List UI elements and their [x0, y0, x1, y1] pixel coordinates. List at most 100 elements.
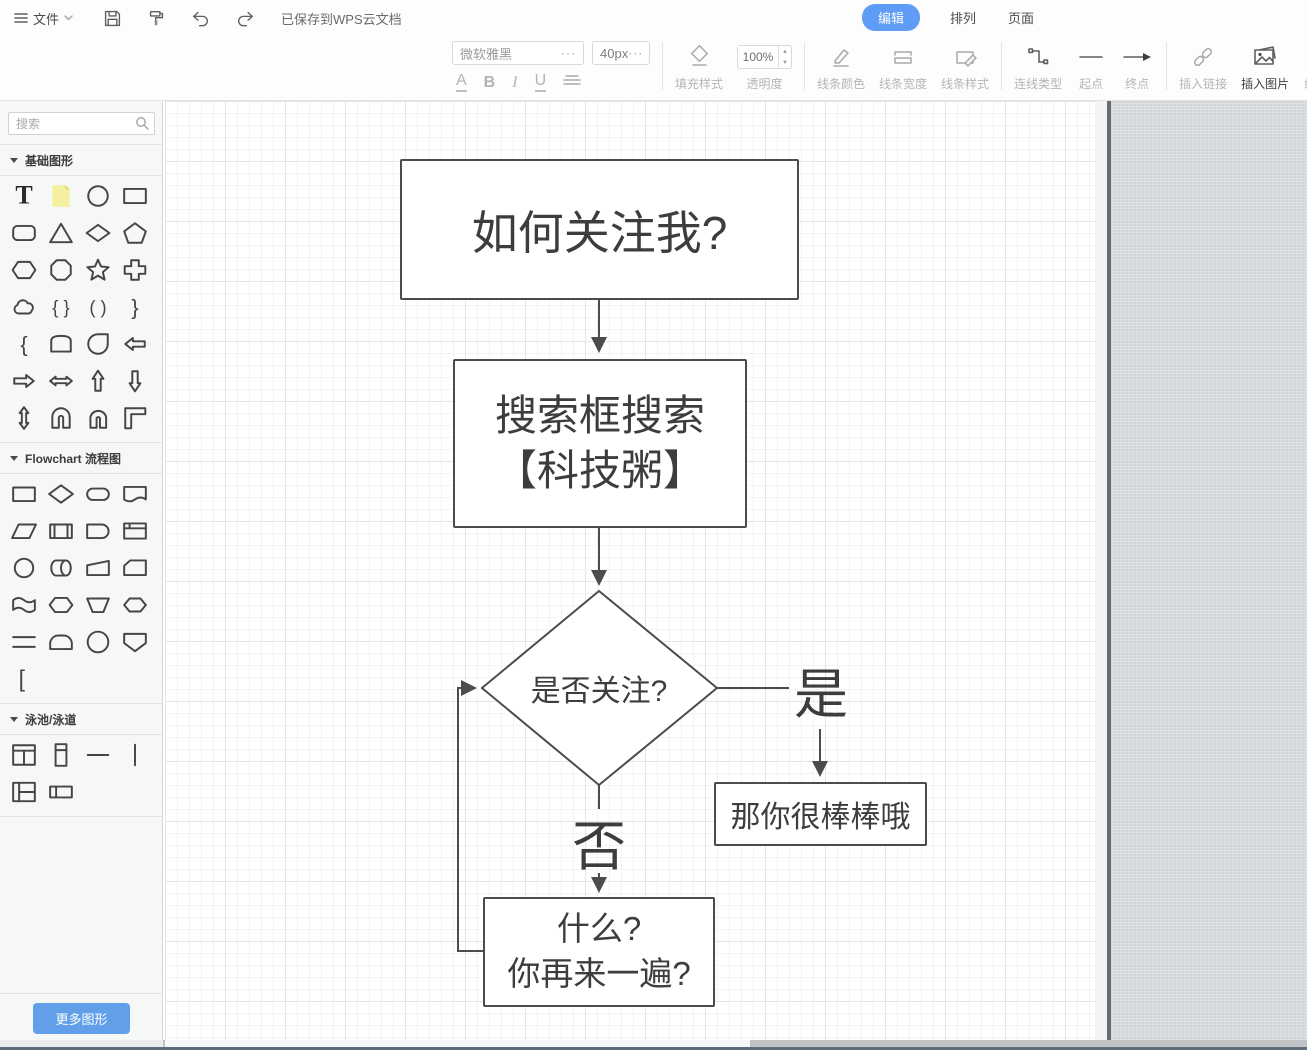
line-color-button[interactable]: 线条颜色	[817, 42, 865, 92]
opacity-up-icon[interactable]: ▲	[779, 46, 791, 57]
shape-left-bracket-icon[interactable]: [	[8, 665, 40, 693]
format-painter-button[interactable]	[148, 9, 165, 28]
align-button[interactable]	[563, 74, 581, 91]
shape-cloud-icon[interactable]	[8, 293, 40, 321]
shape-process-icon[interactable]	[8, 480, 40, 508]
redo-button[interactable]	[236, 10, 255, 27]
shape-document-icon[interactable]	[119, 480, 151, 508]
shape-direct-access-storage-icon[interactable]	[45, 554, 77, 582]
section-header-1[interactable]: Flowchart 流程图	[0, 443, 162, 473]
shape-teardrop-icon[interactable]	[82, 330, 114, 358]
shape-arrow-right-icon[interactable]	[8, 367, 40, 395]
shape-braces-icon[interactable]: { }	[45, 293, 77, 321]
save-button[interactable]	[103, 9, 122, 28]
search-icon[interactable]	[135, 116, 149, 135]
shape-left-brace-icon[interactable]: {	[8, 330, 40, 358]
shape-predefined-process-icon[interactable]	[45, 517, 77, 545]
shape-diamond-icon[interactable]	[82, 219, 114, 247]
shape-arrow-double-vertical-icon[interactable]	[8, 404, 40, 432]
node-decision-label[interactable]: 是否关注?	[482, 658, 716, 718]
fill-style-button[interactable]: 填充样式	[675, 42, 723, 92]
line-width-button[interactable]: 线条宽度	[879, 42, 927, 92]
shape-terminator-icon[interactable]	[82, 480, 114, 508]
group-button[interactable]: 组合	[1303, 42, 1307, 92]
shape-corner-icon[interactable]	[119, 404, 151, 432]
section-header-2[interactable]: 泳池/泳道	[0, 704, 162, 734]
shape-arrow-down-icon[interactable]	[119, 367, 151, 395]
shape-parallel-lines-icon[interactable]	[8, 628, 40, 656]
shape-hexagon-icon[interactable]	[8, 256, 40, 284]
shape-pentagon-icon[interactable]	[119, 219, 151, 247]
shape-data-icon[interactable]	[8, 517, 40, 545]
file-menu[interactable]: 文件	[14, 9, 73, 28]
shape-text-icon[interactable]: T	[8, 182, 40, 210]
vertical-scrollbar[interactable]	[1095, 101, 1107, 1040]
drawing-canvas[interactable]: 如何关注我? 搜索框搜索 【科技粥】 是否关注? 是 那你很棒棒哦 否 什么? …	[165, 101, 1095, 1040]
font-size-select[interactable]: 40px ···	[592, 41, 650, 65]
shape-alternate-process-icon[interactable]	[45, 628, 77, 656]
shape-preparation-icon[interactable]	[45, 591, 77, 619]
shape-pool-vertical-icon[interactable]	[8, 741, 40, 769]
italic-button[interactable]: I	[512, 75, 517, 91]
edge-label-yes[interactable]: 是	[785, 655, 857, 723]
node-start[interactable]: 如何关注我?	[400, 159, 799, 300]
shape-triangle-icon[interactable]	[45, 219, 77, 247]
shape-arrow-double-horizontal-icon[interactable]	[45, 367, 77, 395]
tab-page[interactable]: 页面	[1006, 4, 1036, 31]
shape-card-icon[interactable]	[119, 554, 151, 582]
opacity-down-icon[interactable]: ▼	[779, 57, 791, 68]
shape-octagon-icon[interactable]	[45, 256, 77, 284]
shape-parentheses-icon[interactable]: ( )	[82, 293, 114, 321]
opacity-control[interactable]: 100% ▲▼ 透明度	[737, 42, 792, 92]
more-shapes-button[interactable]: 更多图形	[33, 1003, 129, 1034]
shape-paper-tape-icon[interactable]	[8, 591, 40, 619]
shape-delay-icon[interactable]	[82, 517, 114, 545]
bold-button[interactable]: B	[484, 75, 496, 91]
shape-divider-vertical-icon[interactable]	[119, 741, 151, 769]
shape-connector-icon[interactable]	[8, 554, 40, 582]
shape-n-shape-icon[interactable]	[82, 404, 114, 432]
opacity-spinner[interactable]: 100% ▲▼	[737, 45, 792, 69]
shape-manual-operation-icon[interactable]	[82, 591, 114, 619]
shape-lane-horizontal-icon[interactable]	[45, 778, 77, 806]
shape-pool-horizontal-icon[interactable]	[8, 778, 40, 806]
line-style-button[interactable]: 线条样式	[941, 42, 989, 92]
shape-decision-icon[interactable]	[45, 480, 77, 508]
node-search[interactable]: 搜索框搜索 【科技粥】	[453, 359, 747, 528]
shape-right-brace-icon[interactable]: }	[119, 293, 151, 321]
undo-button[interactable]	[191, 10, 210, 27]
shape-sticky-note-icon[interactable]	[45, 182, 77, 210]
shape-u-turn-icon[interactable]	[45, 404, 77, 432]
end-point-button[interactable]: 终点	[1120, 42, 1154, 92]
shape-rectangle-icon[interactable]	[119, 182, 151, 210]
font-color-button[interactable]: A	[456, 73, 467, 92]
shape-arch-rectangle-icon[interactable]	[45, 330, 77, 358]
shape-divider-horizontal-icon[interactable]	[82, 741, 114, 769]
connector-type-button[interactable]: 连线类型	[1014, 42, 1062, 92]
shape-arrow-up-icon[interactable]	[82, 367, 114, 395]
tab-arrange[interactable]: 排列	[948, 4, 978, 31]
section-header-0[interactable]: 基础图形	[0, 145, 162, 175]
edge-label-no[interactable]: 否	[563, 807, 635, 875]
search-input[interactable]	[8, 112, 155, 135]
edge-retry-loop-to-decision[interactable]	[458, 688, 483, 951]
font-family-select[interactable]: 微软雅黑 ···	[452, 41, 584, 65]
shape-manual-input-icon[interactable]	[82, 554, 114, 582]
shape-lane-vertical-icon[interactable]	[45, 741, 77, 769]
underline-button[interactable]: U	[535, 73, 547, 92]
shape-arrow-left-icon[interactable]	[119, 330, 151, 358]
shape-hexagon-alt-icon[interactable]	[119, 591, 151, 619]
shape-connector-large-icon[interactable]	[82, 628, 114, 656]
shape-rounded-rectangle-icon[interactable]	[8, 219, 40, 247]
insert-image-button[interactable]: 插入图片	[1241, 42, 1289, 92]
shape-internal-storage-icon[interactable]	[119, 517, 151, 545]
tab-edit[interactable]: 编辑	[862, 4, 920, 31]
shape-cross-icon[interactable]	[119, 256, 151, 284]
shape-circle-icon[interactable]	[82, 182, 114, 210]
shape-star-icon[interactable]	[82, 256, 114, 284]
insert-link-button[interactable]: 插入链接	[1179, 42, 1227, 92]
node-retry[interactable]: 什么? 你再来一遍?	[483, 897, 715, 1007]
node-praise[interactable]: 那你很棒棒哦	[714, 782, 927, 846]
shape-off-page-connector-icon[interactable]	[119, 628, 151, 656]
start-point-button[interactable]: 起点	[1076, 42, 1106, 92]
